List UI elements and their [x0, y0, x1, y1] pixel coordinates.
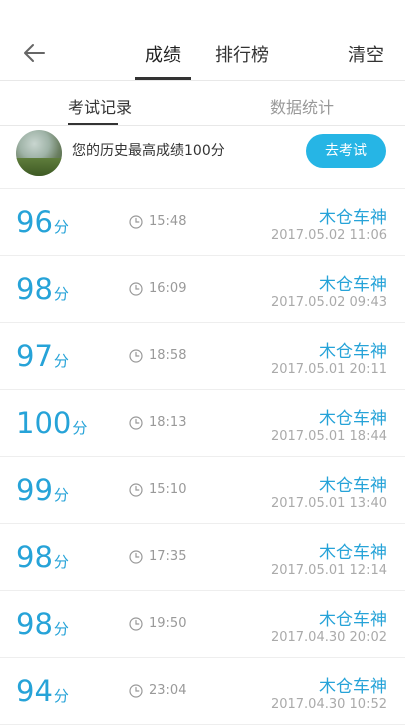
- coach-name: 木仓车神: [319, 610, 387, 630]
- score-value: 98分: [16, 540, 69, 574]
- record-date: 2017.05.01 18:44: [270, 429, 387, 444]
- tab-leaderboard[interactable]: 排行榜: [215, 41, 269, 67]
- record-date: 2017.04.30 10:52: [270, 697, 387, 712]
- record-date: 2017.05.02 11:06: [270, 228, 387, 243]
- score-value: 98分: [16, 607, 69, 641]
- record-row[interactable]: 96分 15:48 木仓车神 2017.05.02 11:06: [0, 189, 405, 256]
- score-value: 100分: [16, 406, 87, 440]
- score-unit: 分: [53, 218, 69, 236]
- score-unit: 分: [53, 620, 69, 638]
- coach-name: 木仓车神: [319, 476, 387, 496]
- duration-time: 16:09: [149, 281, 187, 296]
- score-number: 97: [16, 339, 53, 373]
- clock-icon: [129, 349, 143, 363]
- score-unit: 分: [53, 553, 69, 571]
- coach-name: 木仓车神: [319, 677, 387, 697]
- score-unit: 分: [72, 419, 88, 437]
- score-unit: 分: [53, 352, 69, 370]
- coach-name: 木仓车神: [319, 543, 387, 563]
- score-unit: 分: [53, 285, 69, 303]
- clock-icon: [129, 483, 143, 497]
- coach-name: 木仓车神: [319, 342, 387, 362]
- record-list: 96分 15:48 木仓车神 2017.05.02 11:06 98分 16:09 木仓车神…: [0, 189, 405, 725]
- subtab-data-stats[interactable]: 数据统计: [270, 94, 334, 118]
- clock-icon: [129, 215, 143, 229]
- score-number: 100: [16, 406, 72, 440]
- best-score-text: 您的历史最高成绩100分: [72, 143, 225, 159]
- record-date: 2017.05.01 20:11: [270, 362, 387, 377]
- score-number: 99: [16, 473, 53, 507]
- duration-time: 15:10: [149, 482, 187, 497]
- score-value: 99分: [16, 473, 69, 507]
- score-value: 94分: [16, 674, 69, 708]
- coach-name: 木仓车神: [319, 275, 387, 295]
- duration-time: 19:50: [149, 616, 187, 631]
- score-unit: 分: [53, 486, 69, 504]
- clock-icon: [129, 550, 143, 564]
- record-date: 2017.05.01 12:14: [270, 563, 387, 578]
- record-date: 2017.05.01 13:40: [270, 496, 387, 511]
- record-row[interactable]: 98分 16:09 木仓车神 2017.05.02 09:43: [0, 256, 405, 323]
- clock-icon: [129, 617, 143, 631]
- score-value: 98分: [16, 272, 69, 306]
- score-value: 97分: [16, 339, 69, 373]
- clock-icon: [129, 282, 143, 296]
- score-number: 96: [16, 205, 53, 239]
- score-number: 98: [16, 540, 53, 574]
- top-header: 成绩 排行榜 清空: [0, 0, 405, 81]
- clock-icon: [129, 684, 143, 698]
- record-date: 2017.05.02 09:43: [270, 295, 387, 310]
- coach-name: 木仓车神: [319, 409, 387, 429]
- subtab-exam-records[interactable]: 考试记录: [68, 94, 132, 118]
- record-row[interactable]: 97分 18:58 木仓车神 2017.05.01 20:11: [0, 323, 405, 390]
- record-row[interactable]: 100分 18:13 木仓车神 2017.05.01 18:44: [0, 390, 405, 457]
- best-score-banner: 您的历史最高成绩100分 去考试: [0, 126, 405, 189]
- back-arrow-icon[interactable]: [20, 38, 50, 68]
- score-value: 96分: [16, 205, 69, 239]
- duration-time: 15:48: [149, 214, 187, 229]
- avatar: [16, 130, 62, 176]
- record-row[interactable]: 94分 23:04 木仓车神 2017.04.30 10:52: [0, 658, 405, 725]
- tab-active-indicator: [135, 77, 191, 80]
- record-date: 2017.04.30 20:02: [270, 630, 387, 645]
- duration-time: 18:13: [149, 415, 187, 430]
- score-unit: 分: [53, 687, 69, 705]
- clear-button[interactable]: 清空: [348, 41, 384, 67]
- duration-time: 18:58: [149, 348, 187, 363]
- clock-icon: [129, 416, 143, 430]
- sub-tabs: 考试记录 数据统计: [0, 81, 405, 126]
- score-number: 98: [16, 272, 53, 306]
- duration-time: 23:04: [149, 683, 187, 698]
- tab-scores[interactable]: 成绩: [145, 41, 181, 67]
- subtab-active-indicator: [68, 123, 118, 125]
- record-row[interactable]: 98分 17:35 木仓车神 2017.05.01 12:14: [0, 524, 405, 591]
- go-exam-button[interactable]: 去考试: [306, 134, 386, 168]
- score-number: 94: [16, 674, 53, 708]
- duration-time: 17:35: [149, 549, 187, 564]
- coach-name: 木仓车神: [319, 208, 387, 228]
- score-number: 98: [16, 607, 53, 641]
- record-row[interactable]: 99分 15:10 木仓车神 2017.05.01 13:40: [0, 457, 405, 524]
- record-row[interactable]: 98分 19:50 木仓车神 2017.04.30 20:02: [0, 591, 405, 658]
